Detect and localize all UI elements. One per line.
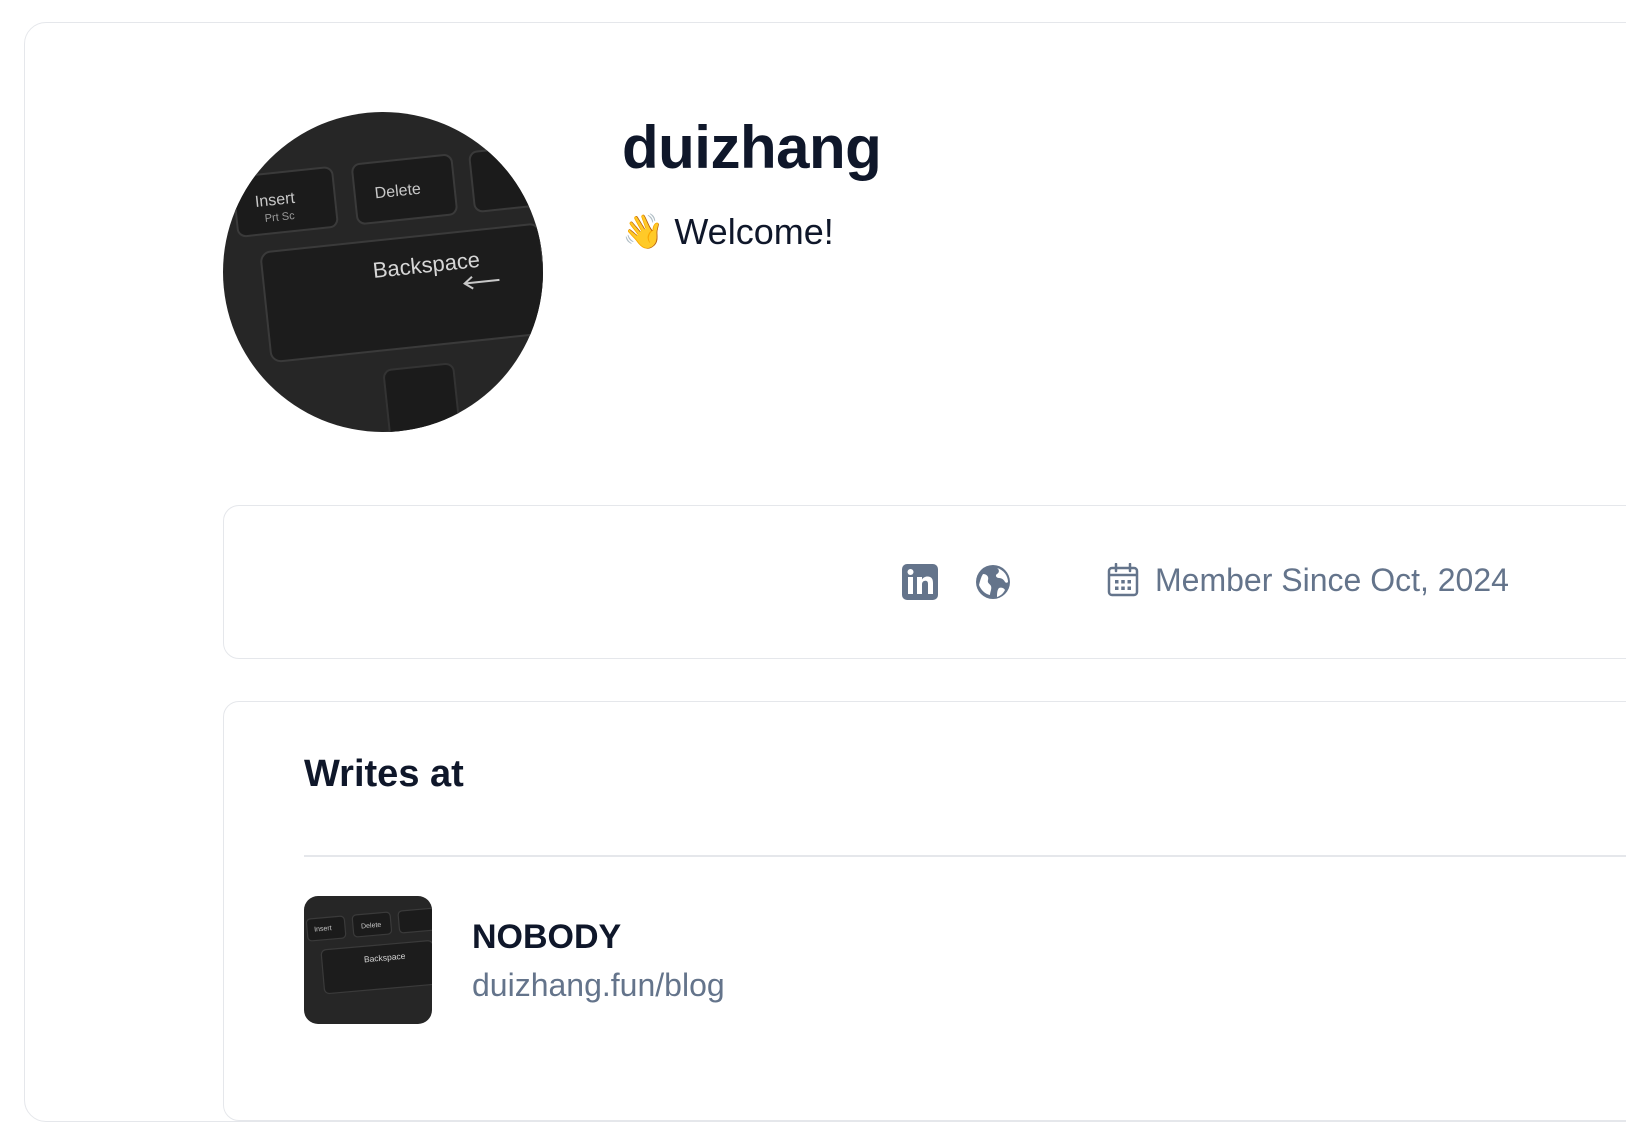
linkedin-link[interactable] [900,562,940,602]
globe-icon [976,565,1010,599]
member-since: Member Since Oct, 2024 [1107,558,1509,602]
profile-bio: 👋 Welcome! [622,210,834,254]
keyboard-thumbnail-image: Insert Delete Backspace [304,896,432,1024]
waving-hand-icon: 👋 [622,212,665,252]
blog-url[interactable]: duizhang.fun/blog [472,965,725,1005]
blog-thumbnail: Insert Delete Backspace [304,896,432,1024]
profile-meta-bar: Member Since Oct, 2024 [223,505,1626,659]
website-link[interactable] [973,562,1013,602]
keyboard-photo: Insert Prt Sc Delete Backspace [223,112,543,432]
blog-text: NOBODY duizhang.fun/blog [472,915,725,1005]
blog-item[interactable]: Insert Delete Backspace NOBODY duizhang.… [304,896,725,1024]
calendar-icon [1107,563,1139,597]
writes-at-heading: Writes at [304,753,464,795]
blog-name[interactable]: NOBODY [472,915,725,959]
profile-username: duizhang [622,114,882,181]
linkedin-icon [902,564,938,600]
member-since-text: Member Since Oct, 2024 [1155,562,1509,598]
writes-at-card: Writes at Insert Delete Backspace NOBODY… [223,701,1626,1121]
bio-text: Welcome! [674,211,834,252]
profile-avatar: Insert Prt Sc Delete Backspace [223,112,543,432]
divider [304,855,1626,857]
